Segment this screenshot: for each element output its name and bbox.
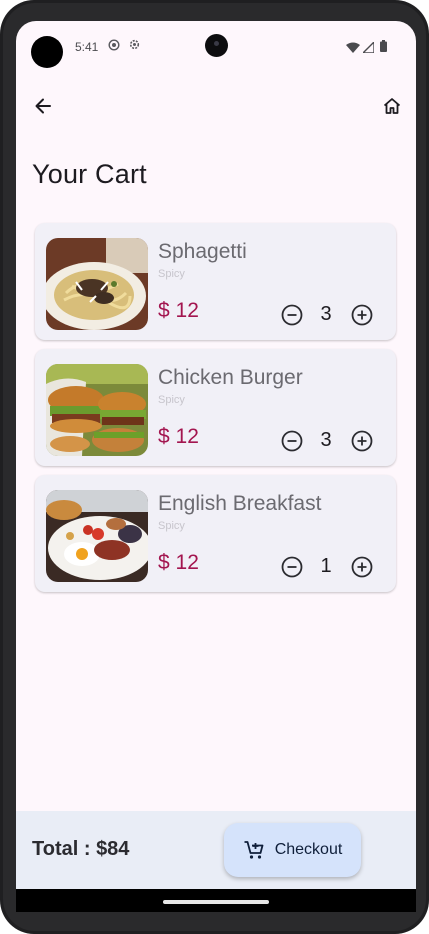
increase-quantity-button[interactable]: [351, 304, 373, 326]
item-price: $ 12: [158, 425, 199, 448]
item-quantity: 3: [320, 303, 332, 325]
status-time: 5:41: [75, 40, 99, 54]
notification-dot: [31, 36, 63, 68]
item-tag: Spicy: [158, 268, 185, 280]
item-image: [46, 238, 148, 330]
checkout-button[interactable]: Checkout: [224, 823, 361, 877]
plus-circle-icon: [351, 304, 373, 326]
item-image: [46, 364, 148, 456]
plus-circle-icon: [351, 430, 373, 452]
cart-item-card[interactable]: Sphagetti Spicy $ 12 3: [35, 223, 396, 340]
cart-item-card[interactable]: Chicken Burger Spicy $ 12 3: [35, 349, 396, 466]
settings-gear-icon: [128, 38, 141, 56]
increase-quantity-button[interactable]: [351, 556, 373, 578]
cart-item-card[interactable]: English Breakfast Spicy $ 12 1: [35, 475, 396, 592]
minus-circle-icon: [281, 556, 303, 578]
checkout-button-label: Checkout: [274, 841, 343, 858]
home-gesture-handle[interactable]: [163, 900, 269, 904]
minus-circle-icon: [281, 304, 303, 326]
arrow-back-icon: [35, 98, 51, 114]
wifi-icon: [346, 40, 360, 58]
item-name: English Breakfast: [158, 492, 322, 515]
item-tag: Spicy: [158, 394, 185, 406]
home-button[interactable]: [377, 91, 407, 121]
device-frame: 5:41 Your Cart Sphagetti Spicy $ 12 3 Ch…: [0, 0, 429, 934]
item-price: $ 12: [158, 551, 199, 574]
minus-circle-icon: [281, 430, 303, 452]
app-screen: 5:41 Your Cart Sphagetti Spicy $ 12 3 Ch…: [16, 21, 416, 912]
gesture-navigation-bar: [16, 889, 416, 912]
decrease-quantity-button[interactable]: [281, 304, 303, 326]
plus-circle-icon: [351, 556, 373, 578]
decrease-quantity-button[interactable]: [281, 430, 303, 452]
cart-total: Total : $84: [32, 838, 130, 860]
checkout-bar: Total : $84 Checkout: [16, 811, 416, 889]
status-bar: 5:41: [16, 21, 416, 71]
item-quantity: 3: [320, 429, 332, 451]
page-title: Your Cart: [32, 159, 147, 189]
item-price: $ 12: [158, 299, 199, 322]
decrease-quantity-button[interactable]: [281, 556, 303, 578]
cart-add-icon: [244, 841, 264, 859]
item-name: Sphagetti: [158, 240, 247, 263]
item-image: [46, 490, 148, 582]
item-name: Chicken Burger: [158, 366, 303, 389]
back-button[interactable]: [28, 91, 58, 121]
increase-quantity-button[interactable]: [351, 430, 373, 452]
signal-icon: [361, 40, 375, 58]
item-tag: Spicy: [158, 520, 185, 532]
battery-icon: [380, 39, 387, 57]
item-quantity: 1: [320, 555, 332, 577]
record-icon: [108, 38, 120, 56]
home-icon: [383, 98, 401, 114]
front-camera: [205, 34, 228, 57]
